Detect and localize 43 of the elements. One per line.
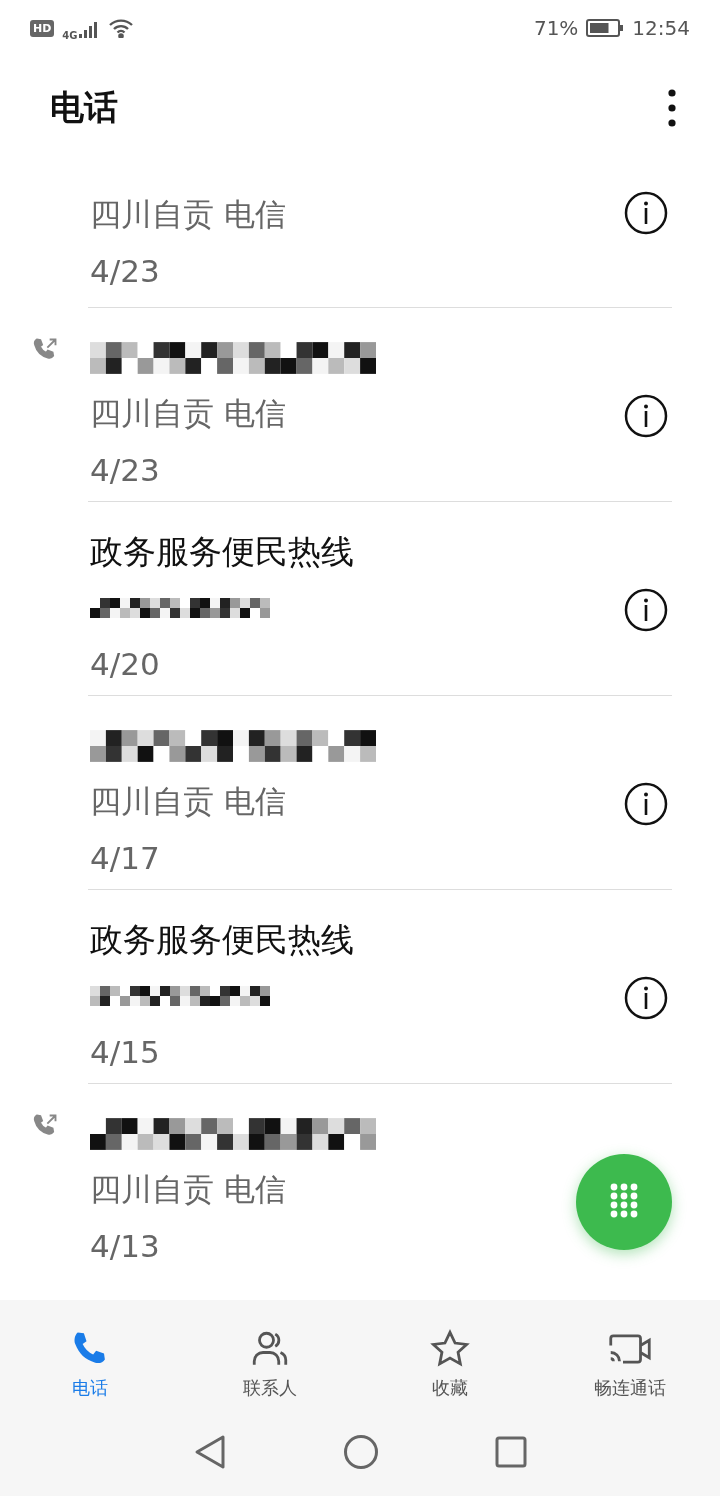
info-icon (624, 782, 668, 826)
more-icon (668, 89, 676, 127)
caller-location: 四川自贡 电信 (90, 394, 286, 433)
call-log-item[interactable]: 四川自贡 电信 4/23 (0, 160, 720, 308)
info-icon (624, 394, 668, 438)
info-button[interactable] (624, 976, 668, 1020)
hd-badge: HD (30, 19, 55, 37)
nav-tab[interactable]: 畅连通话 (540, 1300, 720, 1418)
call-date: 4/17 (90, 840, 160, 876)
caller-location: 四川自贡 电信 (90, 195, 286, 234)
call-date: 4/15 (90, 1034, 160, 1070)
call-log-item[interactable]: 政务服务便民热线 4/20 (0, 502, 720, 696)
wifi-icon (107, 18, 134, 38)
call-log-item[interactable]: 四川自贡 电信 4/17 (0, 696, 720, 890)
info-icon (624, 976, 668, 1020)
info-icon (624, 190, 668, 235)
clock-time: 12:54 (632, 16, 690, 40)
info-button[interactable] (624, 190, 668, 235)
call-log-item[interactable]: 政务服务便民热线 4/15 (0, 890, 720, 1084)
call-date: 4/23 (90, 253, 160, 289)
call-date: 4/23 (90, 452, 160, 488)
nav-tab[interactable]: 收藏 (360, 1300, 540, 1418)
nav-tab[interactable]: 电话 (0, 1300, 180, 1418)
info-button[interactable] (624, 394, 668, 438)
caller-name: 政务服务便民热线 (90, 918, 354, 961)
recents-icon[interactable] (495, 1436, 527, 1468)
page-title: 电话 (50, 86, 118, 129)
call-log-item[interactable]: 四川自贡 电信 4/13 (0, 1084, 720, 1278)
battery-percent: 71% (533, 16, 579, 40)
call-date: 4/13 (90, 1228, 160, 1264)
caller-name: 政务服务便民热线 (90, 530, 354, 573)
battery-icon (586, 18, 625, 38)
network-type: 4G (62, 29, 78, 41)
call-date: 4/20 (90, 646, 160, 682)
call-log-item[interactable]: 四川自贡 电信 4/23 (0, 308, 720, 502)
info-button[interactable] (624, 782, 668, 826)
caller-location: 四川自贡 电信 (90, 1170, 286, 1209)
nav-tab[interactable]: 联系人 (180, 1300, 360, 1418)
back-icon[interactable] (193, 1434, 227, 1470)
info-icon (624, 588, 668, 632)
home-icon[interactable] (343, 1434, 379, 1470)
info-button[interactable] (624, 588, 668, 632)
caller-location: 四川自贡 电信 (90, 782, 286, 821)
